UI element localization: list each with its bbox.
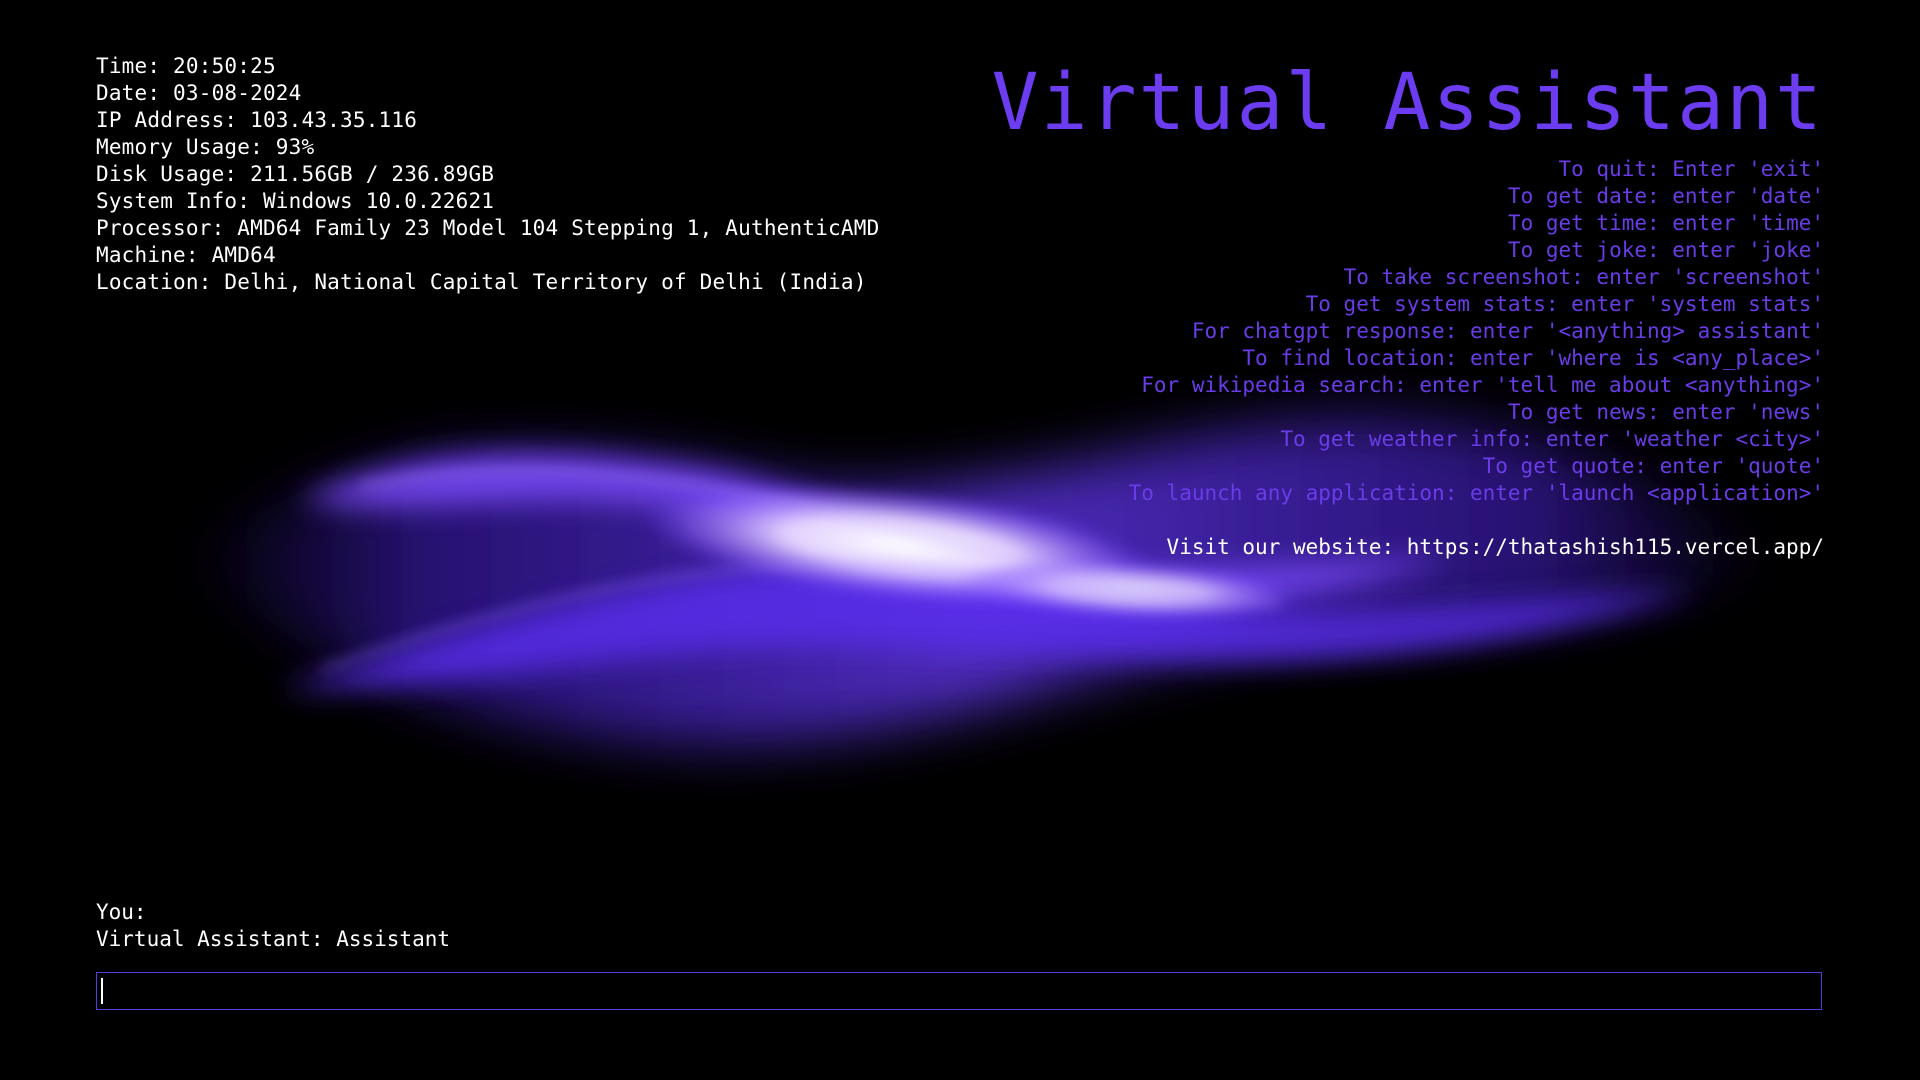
memory-usage-readout: Memory Usage: 93% bbox=[96, 135, 315, 159]
user-message-line: You: bbox=[96, 900, 147, 924]
command-list: To quit: Enter 'exit' To get date: enter… bbox=[992, 156, 1824, 507]
command-item: For wikipedia search: enter 'tell me abo… bbox=[1141, 373, 1824, 397]
processor-readout: Processor: AMD64 Family 23 Model 104 Ste… bbox=[96, 216, 880, 240]
system-info-readout: System Info: Windows 10.0.22621 bbox=[96, 189, 495, 213]
command-item: To take screenshot: enter 'screenshot' bbox=[1343, 265, 1824, 289]
command-item: To launch any application: enter 'launch… bbox=[1128, 481, 1824, 505]
location-readout: Location: Delhi, National Capital Territ… bbox=[96, 270, 867, 294]
ip-address-readout: IP Address: 103.43.35.116 bbox=[96, 108, 418, 132]
command-item: To get time: enter 'time' bbox=[1507, 211, 1824, 235]
machine-readout: Machine: AMD64 bbox=[96, 243, 276, 267]
help-panel: Virtual Assistant To quit: Enter 'exit' … bbox=[992, 58, 1824, 561]
command-item: To get joke: enter 'joke' bbox=[1507, 238, 1824, 262]
command-item: To quit: Enter 'exit' bbox=[1558, 157, 1824, 181]
app-title: Virtual Assistant bbox=[991, 58, 1824, 148]
date-readout: Date: 03-08-2024 bbox=[96, 81, 302, 105]
system-info-panel: Time: 20:50:25 Date: 03-08-2024 IP Addre… bbox=[96, 53, 879, 296]
website-link[interactable]: Visit our website: https://thatashish115… bbox=[992, 534, 1824, 561]
command-item: To get weather info: enter 'weather <cit… bbox=[1280, 427, 1824, 451]
command-item: To get news: enter 'news' bbox=[1507, 400, 1824, 424]
chat-log: You: Virtual Assistant: Assistant bbox=[96, 899, 450, 953]
command-input[interactable] bbox=[96, 972, 1822, 1010]
command-item: To get date: enter 'date' bbox=[1507, 184, 1824, 208]
command-item: To find location: enter 'where is <any_p… bbox=[1242, 346, 1824, 370]
command-item: For chatgpt response: enter '<anything> … bbox=[1191, 319, 1824, 343]
text-caret bbox=[101, 978, 103, 1004]
assistant-message-line: Virtual Assistant: Assistant bbox=[96, 927, 451, 951]
command-item: To get quote: enter 'quote' bbox=[1482, 454, 1824, 478]
disk-usage-readout: Disk Usage: 211.56GB / 236.89GB bbox=[96, 162, 495, 186]
time-readout: Time: 20:50:25 bbox=[96, 54, 276, 78]
command-item: To get system stats: enter 'system stats… bbox=[1305, 292, 1824, 316]
